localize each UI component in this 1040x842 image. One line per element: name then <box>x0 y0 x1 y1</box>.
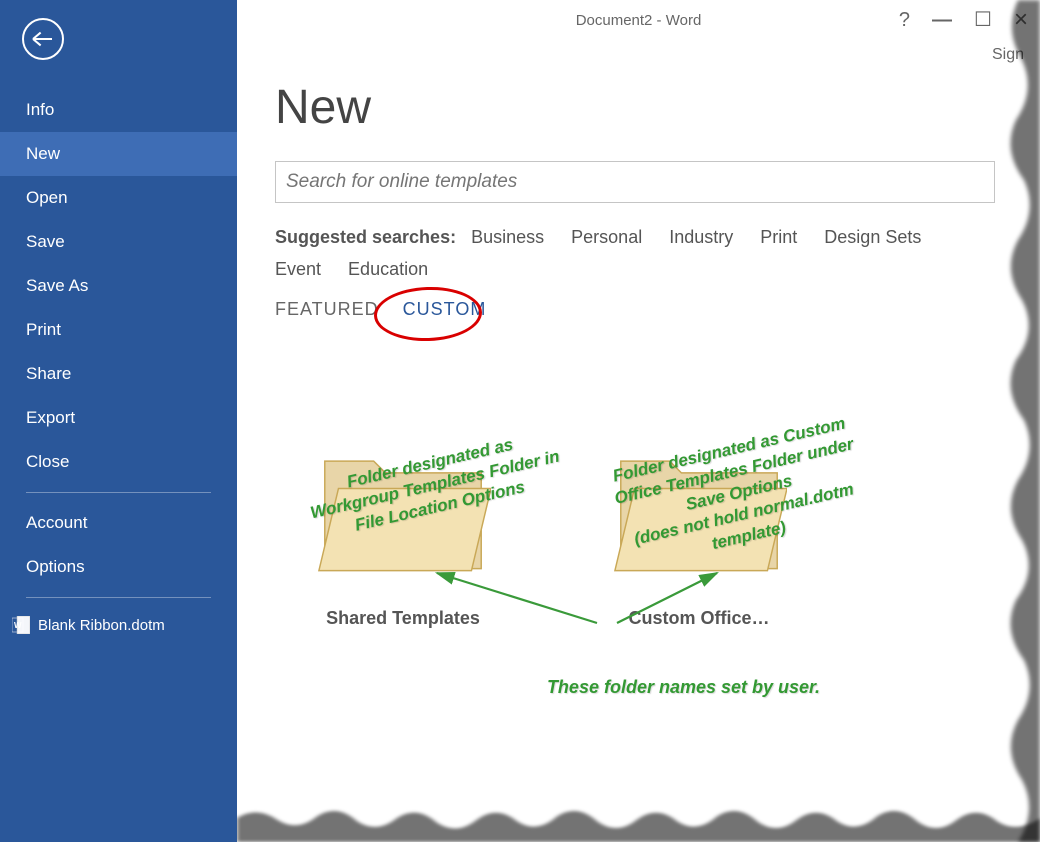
nav-export[interactable]: Export <box>0 396 237 440</box>
folder-icon <box>611 440 787 580</box>
annotation-note-bottom: These folder names set by user. <box>365 677 1002 698</box>
suggested-searches: Suggested searches: Business Personal In… <box>275 221 1015 285</box>
main-panel: New Suggested searches: Business Persona… <box>237 0 1040 842</box>
nav-close[interactable]: Close <box>0 440 237 484</box>
suggested-label: Suggested searches: <box>275 227 456 247</box>
folder-custom-office[interactable]: Folder designated as CustomOffice Templa… <box>611 440 787 629</box>
folder-icon <box>315 440 491 580</box>
nav-open[interactable]: Open <box>0 176 237 220</box>
nav-options[interactable]: Options <box>0 545 237 589</box>
template-tabs: FEATURED CUSTOM <box>275 299 1002 320</box>
recent-file-item[interactable]: W Blank Ribbon.dotm <box>0 606 237 644</box>
suggested-term[interactable]: Print <box>760 227 797 247</box>
suggested-term[interactable]: Event <box>275 259 321 279</box>
word-doc-icon: W <box>12 616 30 634</box>
back-button[interactable] <box>22 18 64 60</box>
template-folders: Folder designated asWorkgroup Templates … <box>315 440 1002 629</box>
folder-shared-templates[interactable]: Folder designated asWorkgroup Templates … <box>315 440 491 629</box>
nav-new[interactable]: New <box>0 132 237 176</box>
suggested-term[interactable]: Education <box>348 259 428 279</box>
nav-share[interactable]: Share <box>0 352 237 396</box>
tab-featured[interactable]: FEATURED <box>275 299 379 320</box>
folder-label: Custom Office… <box>628 608 769 629</box>
nav-save[interactable]: Save <box>0 220 237 264</box>
nav-print[interactable]: Print <box>0 308 237 352</box>
svg-text:W: W <box>14 621 22 630</box>
backstage-sidebar: Info New Open Save Save As Print Share E… <box>0 0 237 842</box>
page-title: New <box>275 80 1002 135</box>
template-search-box[interactable] <box>275 161 995 203</box>
tab-custom[interactable]: CUSTOM <box>403 299 487 320</box>
recent-file-label: Blank Ribbon.dotm <box>38 617 165 634</box>
sidebar-divider <box>26 492 211 493</box>
nav-account[interactable]: Account <box>0 501 237 545</box>
back-arrow-icon <box>34 38 52 40</box>
suggested-term[interactable]: Industry <box>669 227 733 247</box>
suggested-term[interactable]: Personal <box>571 227 642 247</box>
suggested-term[interactable]: Business <box>471 227 544 247</box>
nav-info[interactable]: Info <box>0 88 237 132</box>
folder-label: Shared Templates <box>326 608 480 629</box>
sidebar-divider-2 <box>26 597 211 598</box>
template-search-input[interactable] <box>286 171 984 193</box>
nav-save-as[interactable]: Save As <box>0 264 237 308</box>
suggested-term[interactable]: Design Sets <box>824 227 921 247</box>
